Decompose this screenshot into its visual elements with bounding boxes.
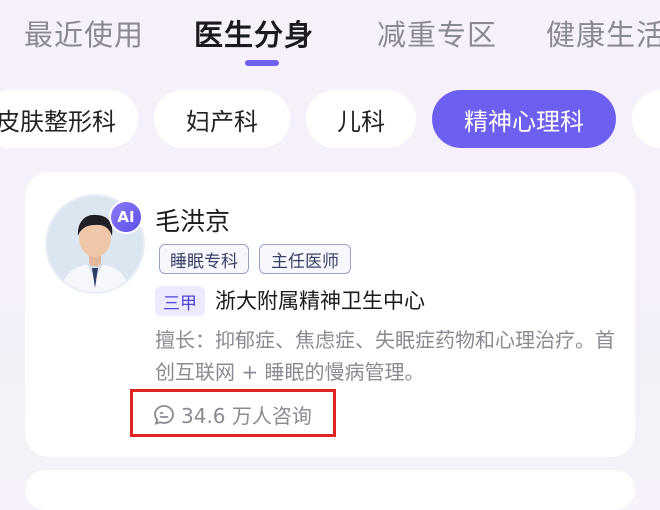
doctor-specialty: 擅长：抑郁症、焦虑症、失眠症药物和心理治疗。首创互联网 + 睡眠的慢病管理。 [155, 328, 615, 384]
chip-label: 精神心理科 [464, 107, 584, 136]
chip-label: 儿科 [337, 107, 385, 136]
consult-count: 34.6 万人咨询 [153, 400, 312, 429]
tab-weight-loss[interactable]: 减重专区 [377, 12, 497, 54]
tag-sleep-specialty: 睡眠专科 [159, 244, 249, 274]
tag-chief-physician: 主任医师 [259, 244, 351, 274]
category-chip-bar: 皮肤整形科 妇产科 儿科 精神心理科 [0, 90, 660, 150]
chat-bubble-icon [154, 404, 174, 425]
chip-label: 妇产科 [186, 107, 258, 136]
chip-next[interactable] [632, 90, 660, 148]
tab-doctor-avatar[interactable]: 医生分身 [194, 12, 314, 54]
top-tab-bar: 最近使用 医生分身 减重专区 健康生活 [0, 0, 660, 72]
chip-psychiatry[interactable]: 精神心理科 [432, 90, 616, 148]
ai-badge: AI [109, 200, 143, 234]
hospital-name: 浙大附属精神卫生中心 [215, 289, 425, 313]
tab-recent[interactable]: 最近使用 [24, 12, 144, 54]
next-doctor-card[interactable] [25, 470, 635, 510]
active-tab-indicator [245, 60, 279, 66]
tab-healthy-life[interactable]: 健康生活 [546, 12, 660, 54]
chip-obstetrics[interactable]: 妇产科 [154, 90, 290, 148]
hospital-grade-badge: 三甲 [155, 286, 205, 316]
chip-label: 皮肤整形科 [0, 107, 116, 136]
consult-count-label: 34.6 万人咨询 [181, 404, 312, 428]
doctor-card[interactable]: AI 毛洪京 睡眠专科 主任医师 三甲 浙大附属精神卫生中心 擅长：抑郁症、焦虑… [25, 172, 635, 457]
doctor-name: 毛洪京 [155, 207, 231, 236]
chip-dermatology[interactable]: 皮肤整形科 [0, 90, 138, 148]
chip-pediatrics[interactable]: 儿科 [306, 90, 416, 148]
